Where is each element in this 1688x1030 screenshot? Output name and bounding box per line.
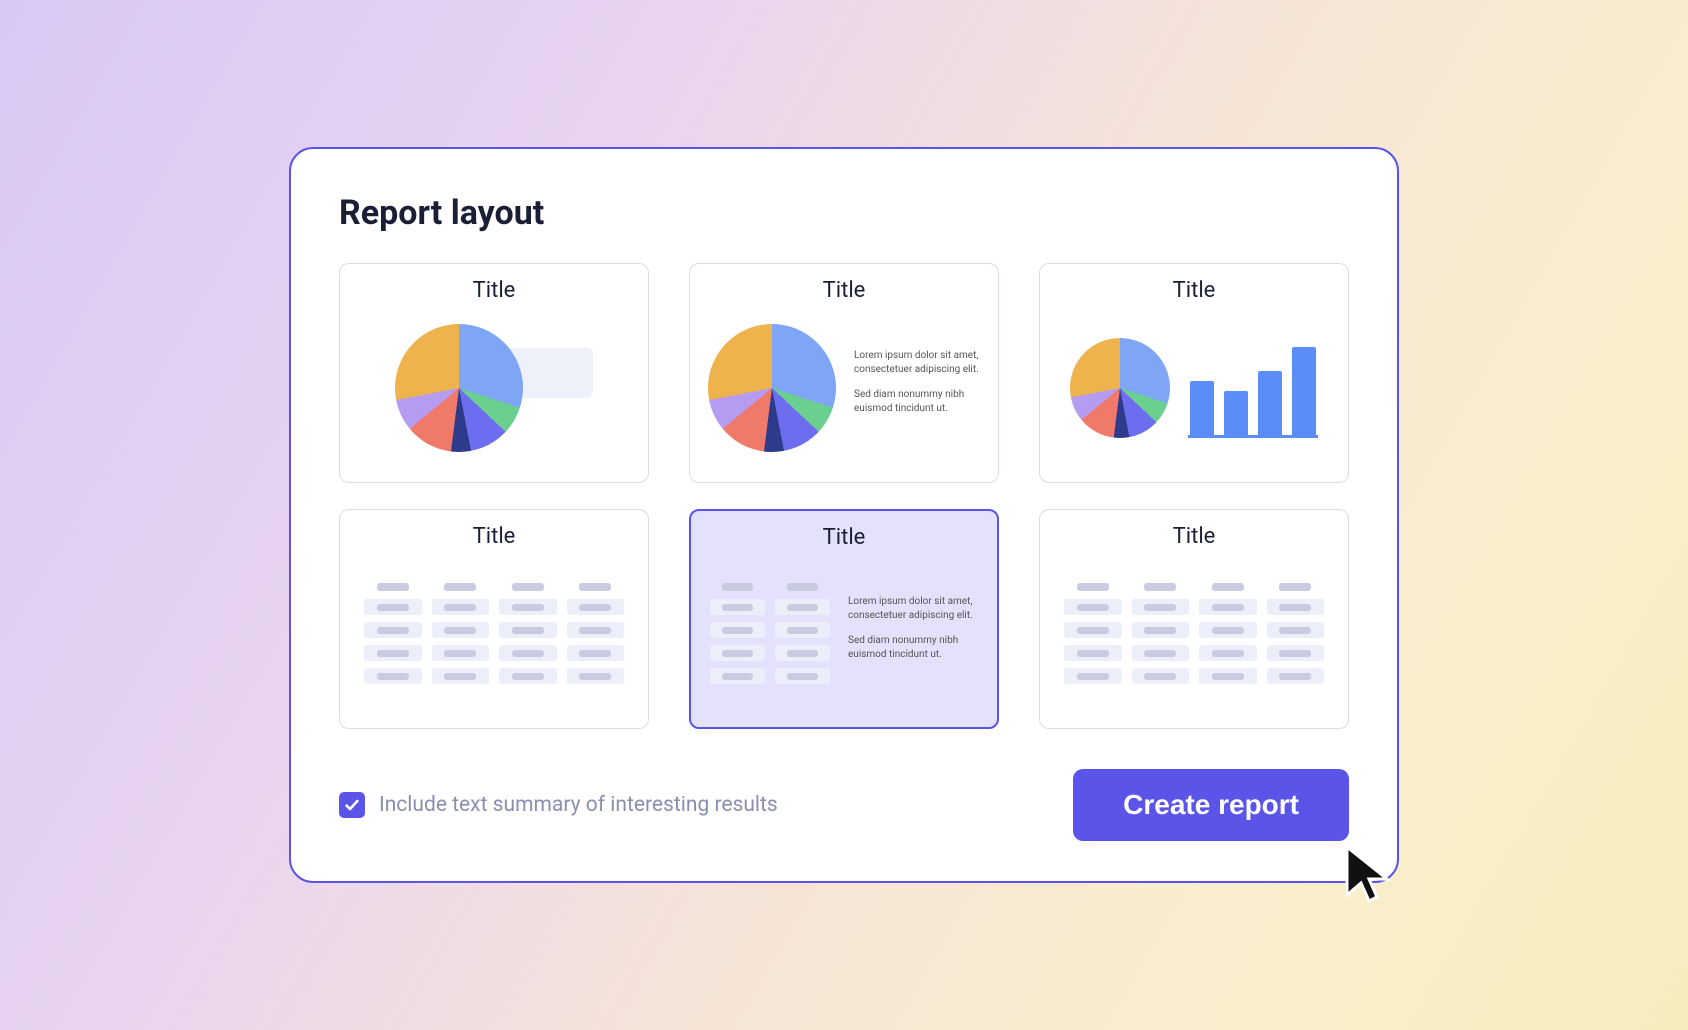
card-title: Title: [1173, 524, 1216, 549]
report-layout-panel: Report layout Title Title Lorem ipsum do…: [289, 147, 1399, 883]
layout-option-pie-label[interactable]: Title: [339, 263, 649, 483]
layout-option-table-wide-2[interactable]: Title: [1039, 509, 1349, 729]
layout-option-table-text[interactable]: Title Lorem ipsum dolor sit amet, consec…: [689, 509, 999, 729]
layout-option-pie-bars[interactable]: Title: [1039, 263, 1349, 483]
card-title: Title: [473, 524, 516, 549]
pie-chart-icon: [395, 324, 523, 452]
table-placeholder: [1064, 583, 1324, 684]
cursor-icon: [1339, 843, 1403, 907]
placeholder-text: Lorem ipsum dolor sit amet, consectetuer…: [848, 595, 978, 673]
bar-chart-icon: [1188, 338, 1318, 438]
check-icon: [344, 797, 360, 813]
table-placeholder: [364, 583, 624, 684]
layout-option-pie-text[interactable]: Title Lorem ipsum dolor sit amet, consec…: [689, 263, 999, 483]
layout-option-table-wide[interactable]: Title: [339, 509, 649, 729]
card-title: Title: [823, 525, 866, 550]
layout-grid: Title Title Lorem ipsum dolor sit amet, …: [339, 263, 1349, 729]
placeholder-text: Lorem ipsum dolor sit amet, consectetuer…: [854, 349, 980, 427]
pie-chart-icon: [1070, 338, 1170, 438]
card-title: Title: [473, 278, 516, 303]
table-placeholder: [710, 583, 830, 684]
panel-footer: Include text summary of interesting resu…: [339, 769, 1349, 841]
include-summary-checkbox[interactable]: [339, 792, 365, 818]
card-title: Title: [823, 278, 866, 303]
panel-title: Report layout: [339, 193, 1349, 233]
pie-chart-icon: [708, 324, 836, 452]
include-summary-label: Include text summary of interesting resu…: [379, 793, 778, 817]
create-report-button[interactable]: Create report: [1073, 769, 1349, 841]
include-summary-row[interactable]: Include text summary of interesting resu…: [339, 792, 778, 818]
card-title: Title: [1173, 278, 1216, 303]
